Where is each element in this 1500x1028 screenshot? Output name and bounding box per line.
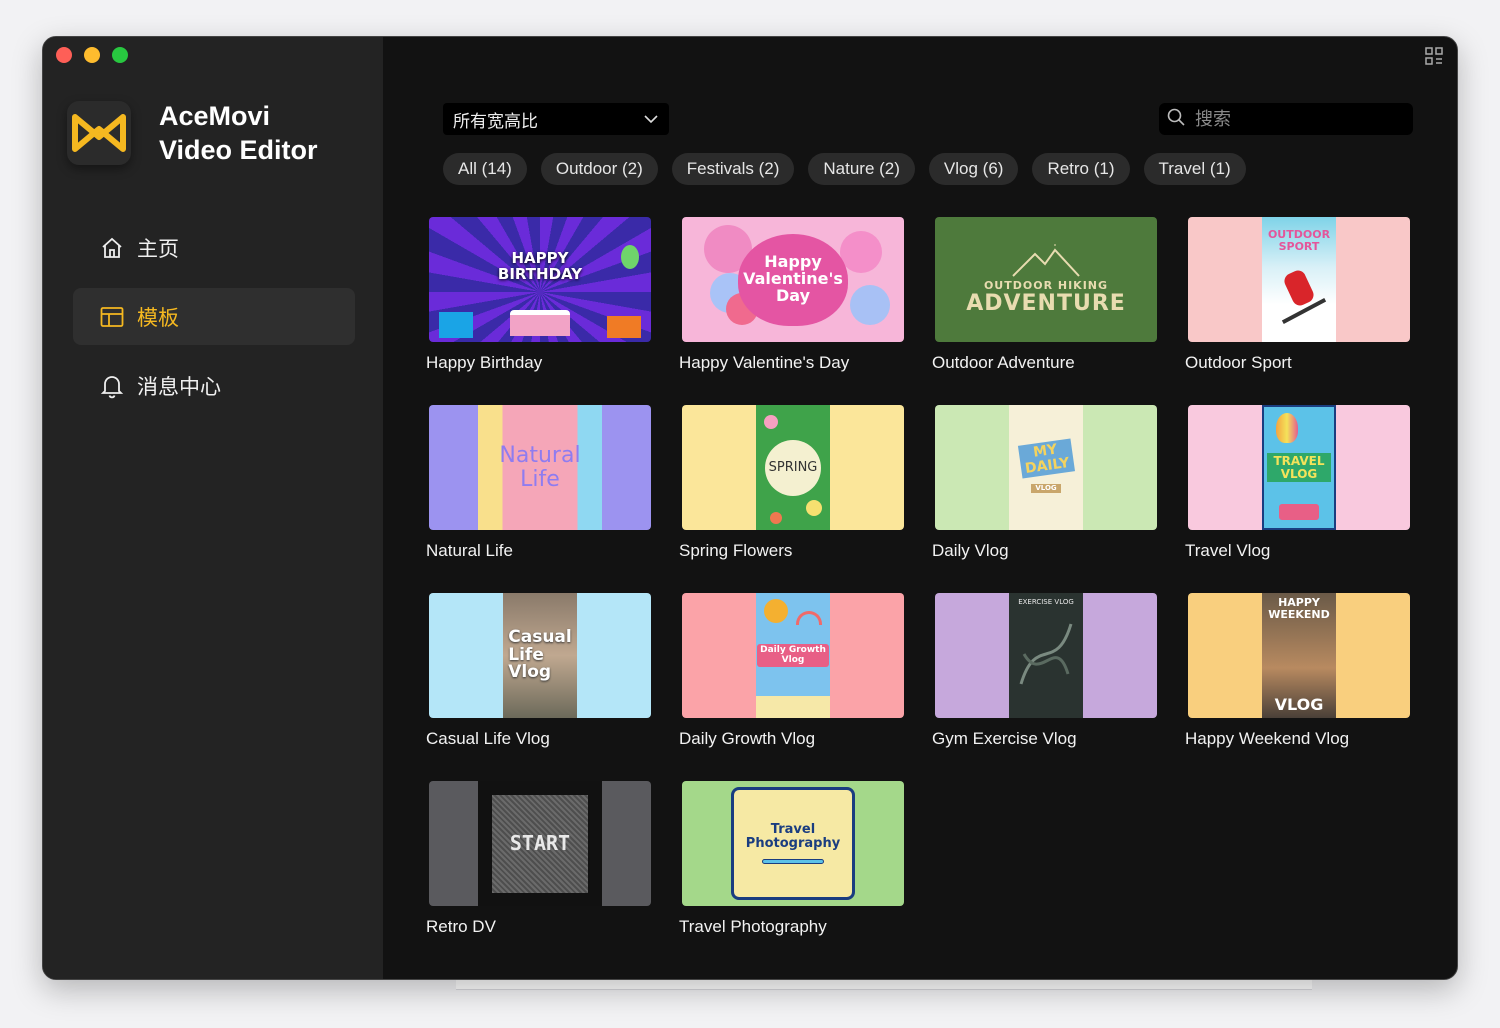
search-icon [1167,108,1185,131]
sidebar-item-messages[interactable]: 消息中心 [73,357,355,414]
template-thumbnail: Natural Life [429,405,651,530]
template-thumbnail: OUTDOOR HIKING ADVENTURE [935,217,1157,342]
bell-icon [99,373,125,399]
sidebar-item-label: 消息中心 [137,375,221,399]
template-thumbnail: Happy Valentine's Day [682,217,904,342]
template-card-retro-dv[interactable]: START Retro DV [426,781,651,969]
sidebar-nav: 主页 模板 消息中心 [73,219,355,426]
template-thumbnail: SPRING [682,405,904,530]
template-card-gym-exercise-vlog[interactable]: EXERCISE VLOG Gym Exercise Vlog [932,593,1157,781]
template-thumbnail: HAPPY WEEKEND VLOG [1188,593,1410,718]
zoom-window-button[interactable] [112,47,128,63]
template-card-travel-vlog[interactable]: TRAVEL VLOG Travel Vlog [1185,405,1410,593]
sidebar: AceMovi Video Editor 主页 模板 消息中心 [43,37,383,979]
template-grid: HAPPY BIRTHDAY Happy Birthday Happy Vale… [426,217,1410,969]
template-card-daily-vlog[interactable]: MY DAILY VLOG Daily Vlog [932,405,1157,593]
thumbnail-text: TRAVEL VLOG [1267,452,1331,483]
thumbnail-text: Casual Life Vlog [508,626,572,683]
template-card-happy-valentines-day[interactable]: Happy Valentine's Day Happy Valentine's … [679,217,904,405]
template-title: Travel Vlog [1185,541,1271,560]
thumbnail-subtext: VLOG [1031,483,1061,493]
template-title: Travel Photography [679,917,827,936]
template-thumbnail: Travel Photography [682,781,904,906]
template-title: Retro DV [426,917,496,936]
filter-festivals[interactable]: Festivals (2) [671,153,795,185]
window-controls [56,47,128,63]
template-title: Natural Life [426,541,513,560]
filter-travel[interactable]: Travel (1) [1143,153,1246,185]
thumbnail-text: ADVENTURE [966,290,1126,316]
template-title: Casual Life Vlog [426,729,550,748]
thumbnail-text: Happy Valentine's Day [743,252,843,305]
thumbnail-subtext: HAPPY WEEKEND [1268,596,1330,621]
search-input[interactable] [1195,108,1395,130]
sidebar-item-label: 主页 [137,237,179,261]
brand-name: AceMovi Video Editor [159,99,318,167]
template-card-casual-life-vlog[interactable]: Casual Life Vlog Casual Life Vlog [426,593,651,781]
template-title: Gym Exercise Vlog [932,729,1077,748]
main-content: 所有宽高比 All (14) Outdoor (2) Festivals (2)… [383,37,1457,979]
thumbnail-text: Travel Photography [745,822,841,851]
thumbnail-text: OUTDOOR SPORT [1267,228,1331,253]
template-thumbnail: EXERCISE VLOG [935,593,1157,718]
template-card-natural-life[interactable]: Natural Life Natural Life [426,405,651,593]
sidebar-item-home[interactable]: 主页 [73,219,355,276]
template-icon [99,304,125,330]
brand-line1: AceMovi [159,101,271,131]
chevron-down-icon [643,109,659,129]
search-box[interactable] [1159,103,1413,135]
aspect-ratio-value: 所有宽高比 [453,111,538,131]
filter-vlog[interactable]: Vlog (6) [928,153,1019,185]
layout-grid-icon[interactable] [1425,47,1443,70]
template-title: Happy Valentine's Day [679,353,850,372]
template-title: Outdoor Adventure [932,353,1075,372]
template-title: Daily Growth Vlog [679,729,816,748]
template-thumbnail: HAPPY BIRTHDAY [429,217,651,342]
filter-nature[interactable]: Nature (2) [808,153,915,185]
home-icon [99,235,125,261]
template-title: Happy Birthday [426,353,543,372]
app-window: AceMovi Video Editor 主页 模板 消息中心 所有宽高比 搜索… [42,36,1458,980]
thumbnail-text: MY DAILY [1017,438,1075,480]
thumbnail-text: VLOG [1274,695,1324,715]
thumbnail-text: Daily Growth Vlog [757,644,829,667]
app-logo-icon [67,101,131,165]
filter-all[interactable]: All (14) [443,153,527,185]
minimize-window-button[interactable] [84,47,100,63]
template-title: Happy Weekend Vlog [1185,729,1350,748]
template-card-happy-weekend-vlog[interactable]: HAPPY WEEKEND VLOG Happy Weekend Vlog [1185,593,1410,781]
template-title: Outdoor Sport [1185,353,1292,372]
template-card-outdoor-adventure[interactable]: OUTDOOR HIKING ADVENTURE Outdoor Adventu… [932,217,1157,405]
brand-line2: Video Editor [159,135,318,165]
template-card-outdoor-sport[interactable]: OUTDOOR SPORT Outdoor Sport [1185,217,1410,405]
template-title: Spring Flowers [679,541,793,560]
filter-outdoor[interactable]: Outdoor (2) [540,153,658,185]
template-thumbnail: OUTDOOR SPORT [1188,217,1410,342]
brand: AceMovi Video Editor [67,99,318,167]
template-thumbnail: MY DAILY VLOG [935,405,1157,530]
template-thumbnail: Daily Growth Vlog [682,593,904,718]
thumbnail-subtext: OUTDOOR HIKING [983,279,1109,293]
thumbnail-text: HAPPY BIRTHDAY [497,248,583,283]
template-title: Daily Vlog [932,541,1009,560]
template-thumbnail: Casual Life Vlog [429,593,651,718]
close-window-button[interactable] [56,47,72,63]
thumbnail-text: Natural Life [499,443,581,492]
template-card-happy-birthday[interactable]: HAPPY BIRTHDAY Happy Birthday [426,217,651,405]
aspect-ratio-select[interactable]: 所有宽高比 [443,103,669,135]
template-card-spring-flowers[interactable]: SPRING Spring Flowers [679,405,904,593]
sidebar-item-templates[interactable]: 模板 [73,288,355,345]
sidebar-item-label: 模板 [137,306,179,330]
thumbnail-text: EXERCISE VLOG [1018,598,1074,606]
thumbnail-text: START [509,831,571,855]
filter-retro[interactable]: Retro (1) [1032,153,1130,185]
category-filters: All (14) Outdoor (2) Festivals (2) Natur… [443,153,1246,185]
template-thumbnail: TRAVEL VLOG [1188,405,1410,530]
mountain-icon [1012,244,1080,277]
template-card-travel-photography[interactable]: Travel Photography Travel Photography [679,781,904,969]
template-card-daily-growth-vlog[interactable]: Daily Growth Vlog Daily Growth Vlog [679,593,904,781]
thumbnail-text: SPRING [768,459,818,475]
template-thumbnail: START [429,781,651,906]
rope-graphic [1019,623,1073,685]
